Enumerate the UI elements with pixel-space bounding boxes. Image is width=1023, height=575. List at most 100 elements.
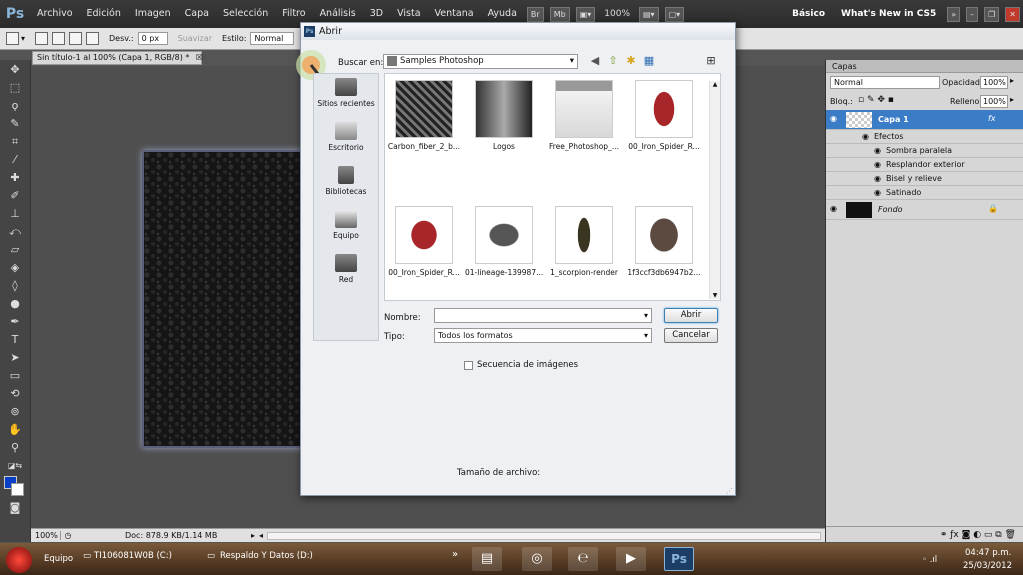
menu-seleccion[interactable]: Selección [216, 0, 275, 28]
eye-icon[interactable]: ◉ [862, 132, 869, 141]
brush-tool-icon[interactable]: ✐ [7, 188, 23, 204]
blur-tool-icon[interactable]: ◊ [7, 278, 23, 294]
layers-tab[interactable]: Capas [826, 60, 1023, 73]
effect-row[interactable]: ◉ Satinado [826, 186, 1023, 200]
smooth-checkbox[interactable]: Suavizar [178, 34, 212, 43]
zoom-level[interactable]: 100% [604, 9, 630, 19]
place-recent[interactable]: Sitios recientes [314, 74, 378, 118]
eye-icon[interactable]: ◉ [874, 160, 881, 169]
eye-icon[interactable]: ◉ [830, 114, 837, 123]
workspace-basico[interactable]: Básico [792, 9, 825, 19]
eraser-icon[interactable]: ▱ [7, 242, 23, 258]
media-player-icon[interactable]: ▶ [616, 547, 646, 571]
feather-input[interactable]: 0 px [137, 32, 168, 45]
move-tool-icon[interactable]: ✥ [7, 62, 23, 78]
clock-date[interactable]: 25/03/2012 [963, 561, 1012, 571]
default-colors-icon[interactable]: ◪⇆ [7, 458, 23, 474]
eyedropper-icon[interactable]: ⁄ [7, 152, 23, 168]
eye-icon[interactable]: ◉ [874, 174, 881, 183]
menu-capa[interactable]: Capa [178, 0, 216, 28]
taskbar-item-equipo[interactable]: Equipo [44, 554, 73, 564]
filetype-select[interactable]: Todos los formatos ▾ [434, 328, 652, 343]
place-network[interactable]: Red [314, 250, 378, 294]
chevron-down-icon[interactable]: ▾ [21, 34, 25, 43]
place-computer[interactable]: Equipo [314, 206, 378, 250]
file-item[interactable]: 1_scorpion-render [545, 206, 623, 277]
arrange-documents-button[interactable]: ▤▾ [639, 6, 659, 22]
document-tab[interactable]: Sin título-1 al 100% (Capa 1, RGB/8) * ☒ [32, 51, 203, 65]
sequence-checkbox[interactable] [464, 361, 473, 370]
screen-mode-button[interactable]: ▢▾ [664, 6, 685, 22]
minimize-button[interactable]: – [966, 6, 979, 22]
scroll-up-arrow[interactable]: ▲ [710, 81, 720, 88]
clone-stamp-icon[interactable]: ⊥ [7, 206, 23, 222]
crop-tool-icon[interactable]: ⌗ [7, 134, 23, 150]
lookin-combobox[interactable]: Samples Photoshop ▾ [383, 54, 578, 69]
close-tab-icon[interactable]: ☒ [196, 53, 203, 62]
taskbar-item-drive-d[interactable]: Respaldo Y Datos (D:) [220, 551, 313, 561]
bridge-button[interactable]: Br [526, 6, 544, 22]
filename-input[interactable]: ▾ [434, 308, 652, 323]
dialog-titlebar[interactable]: Abrir [301, 23, 735, 40]
eye-icon[interactable]: ◉ [830, 204, 837, 213]
scroll-left-arrow[interactable]: ◂ [259, 531, 263, 540]
dodge-tool-icon[interactable]: ● [7, 296, 23, 312]
explorer-icon[interactable]: ▤ [472, 547, 502, 571]
horizontal-scrollbar[interactable] [267, 531, 821, 540]
file-item[interactable]: 00_Iron_Spider_R... [385, 206, 463, 277]
place-desktop[interactable]: Escritorio [314, 118, 378, 162]
menu-edicion[interactable]: Edición [80, 0, 128, 28]
taskbar-overflow-icon[interactable]: » [452, 549, 458, 560]
zoom-tool-icon[interactable]: ⚲ [7, 440, 23, 456]
3d-orbit-icon[interactable]: ⊚ [7, 404, 23, 420]
marquee-tool-icon[interactable] [6, 32, 19, 45]
effect-row[interactable]: ◉ Resplandor exterior [826, 158, 1023, 172]
background-color[interactable] [11, 483, 24, 496]
opacity-arrow-icon[interactable]: ▸ [1010, 76, 1014, 85]
workspace-whats-new[interactable]: What's New in CS5 [841, 9, 936, 19]
history-brush-icon[interactable]: ⤺ [7, 224, 23, 240]
paint-bucket-icon[interactable]: ◈ [7, 260, 23, 276]
back-icon[interactable]: ◀ [588, 54, 602, 68]
blend-mode-select[interactable]: Normal [830, 76, 940, 89]
path-selection-icon[interactable]: ➤ [7, 350, 23, 366]
lasso-tool-icon[interactable]: ϙ [7, 98, 23, 114]
close-button[interactable]: ✕ [1005, 6, 1020, 22]
file-item[interactable]: 00_Iron_Spider_R... [625, 80, 703, 151]
more-workspaces-button[interactable]: » [947, 6, 961, 22]
opacity-input[interactable]: 100% [980, 76, 1008, 89]
new-folder-icon[interactable]: ✱ [624, 54, 638, 68]
file-item[interactable]: Carbon_fiber_2_b... [385, 80, 463, 151]
file-item[interactable]: 01-lineage-139987... [465, 206, 543, 277]
view-menu-icon[interactable]: ▦ [642, 54, 656, 68]
intersect-selection-icon[interactable] [86, 32, 100, 45]
scroll-down-arrow[interactable]: ▼ [710, 292, 720, 299]
clock-time[interactable]: 04:47 p.m. [965, 548, 1011, 558]
eye-icon[interactable]: ◉ [874, 146, 881, 155]
fill-input[interactable]: 100% [980, 95, 1008, 108]
file-list-scrollbar[interactable]: ▲ ▼ [709, 81, 720, 299]
effects-row[interactable]: ◉ Efectos [826, 130, 1023, 144]
zoom-nav-icon[interactable]: ◷ [61, 531, 75, 540]
color-swatches[interactable] [4, 476, 26, 498]
new-selection-icon[interactable] [35, 32, 49, 45]
style-select[interactable]: Normal [250, 32, 295, 45]
3d-rotate-icon[interactable]: ⟲ [7, 386, 23, 402]
quick-mask-icon[interactable]: ◙ [7, 500, 23, 516]
document-canvas[interactable] [142, 150, 312, 448]
file-item[interactable]: Free_Photoshop_... [545, 80, 623, 151]
layers-footer-icons[interactable]: ⚭ ƒx ◙ ◐ ▭ ⧉ 🗑 [826, 526, 1023, 542]
menu-archivo[interactable]: Archivo [30, 0, 80, 28]
extras-button[interactable]: ▣▾ [575, 6, 596, 22]
type-tool-icon[interactable]: T [7, 332, 23, 348]
shape-tool-icon[interactable]: ▭ [7, 368, 23, 384]
layer-fondo[interactable]: ◉ Fondo 🔒 [826, 200, 1023, 220]
place-libraries[interactable]: Bibliotecas [314, 162, 378, 206]
fill-arrow-icon[interactable]: ▸ [1010, 95, 1014, 104]
resize-grip-icon[interactable]: ⋰ [726, 487, 733, 495]
bridge-folder-icon[interactable]: ⊞ [704, 54, 718, 68]
minibridge-button[interactable]: Mb [549, 6, 570, 22]
pen-tool-icon[interactable]: ✒ [7, 314, 23, 330]
quick-selection-icon[interactable]: ✎ [7, 116, 23, 132]
file-item[interactable]: Logos [465, 80, 543, 151]
